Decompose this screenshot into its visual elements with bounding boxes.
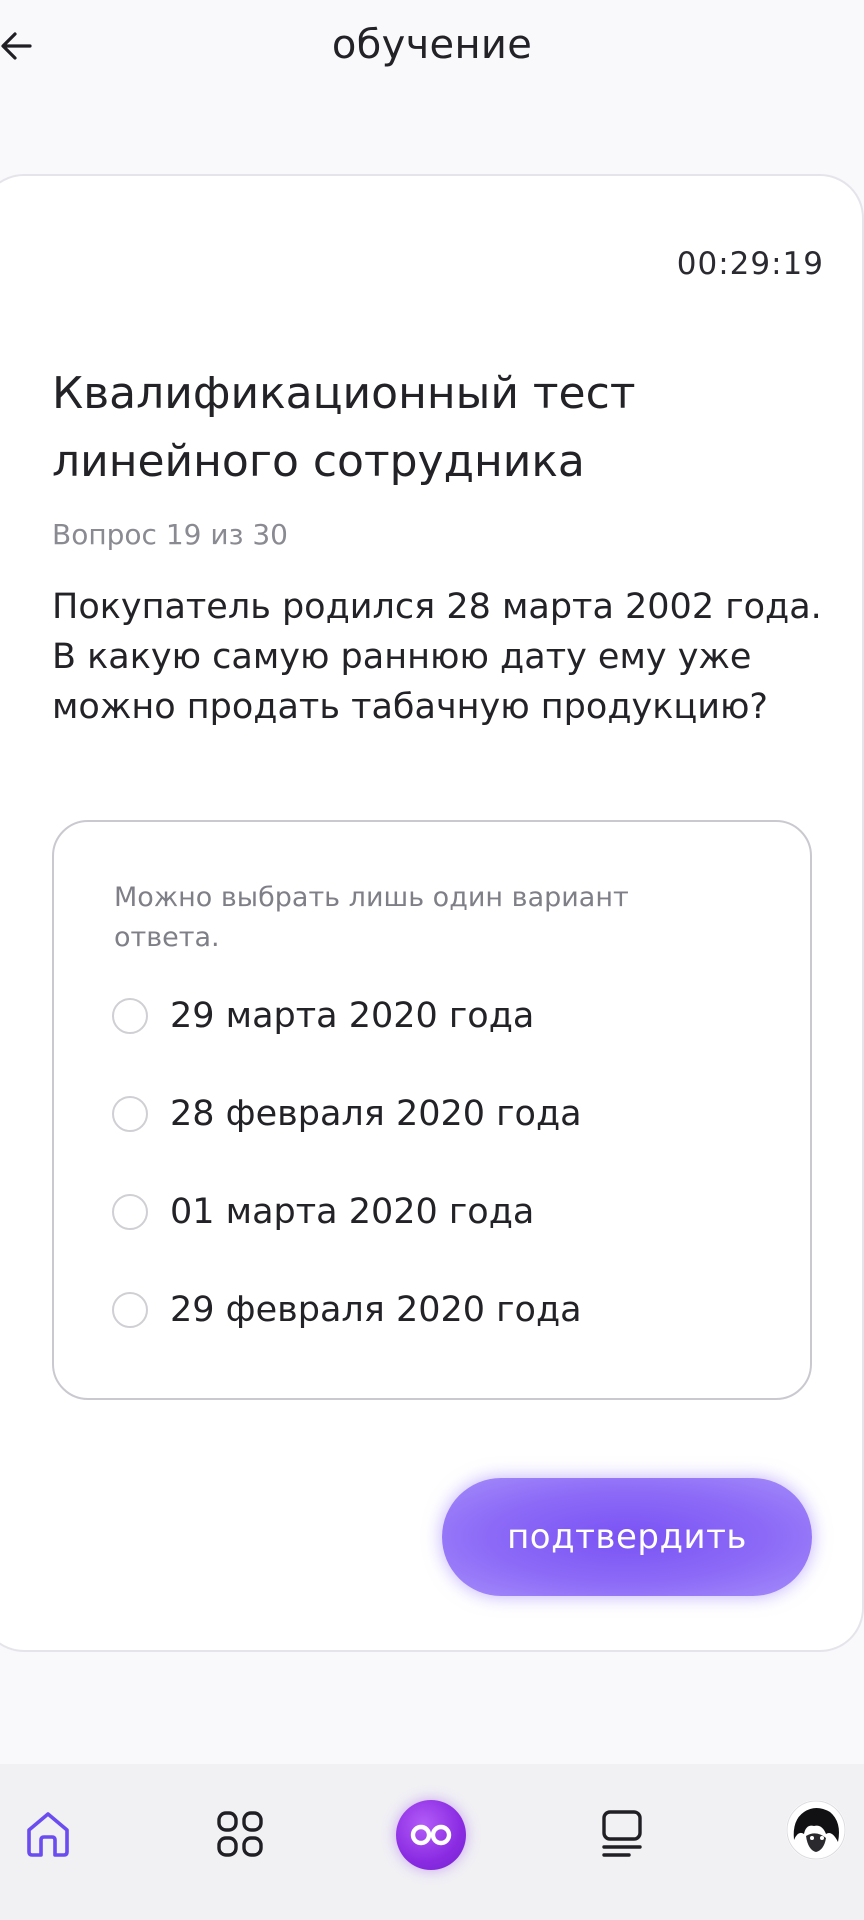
nav-list[interactable]: [586, 1798, 658, 1870]
question-text: Покупатель родился 28 марта 2002 года. В…: [52, 587, 822, 727]
answer-option-label: 28 февраля 2020 года: [170, 1094, 582, 1134]
bottom-nav: [0, 1764, 864, 1920]
radio-button[interactable]: [112, 998, 148, 1034]
answer-option[interactable]: 29 февраля 2020 года: [112, 1280, 772, 1340]
question-counter: Вопрос 19 из 30: [52, 518, 288, 551]
radio-button[interactable]: [112, 1194, 148, 1230]
page-title: обучение: [331, 22, 533, 68]
confirm-button[interactable]: подтвердить: [442, 1478, 812, 1596]
answer-option-label: 29 февраля 2020 года: [170, 1290, 582, 1330]
grid-icon: [217, 1811, 263, 1857]
radio-button[interactable]: [112, 1292, 148, 1328]
answer-option-label: 29 марта 2020 года: [170, 996, 535, 1036]
nav-catalog[interactable]: [204, 1798, 276, 1870]
answer-option-label: 01 марта 2020 года: [170, 1192, 535, 1232]
home-icon: [27, 1812, 69, 1857]
list-icon: [602, 1810, 642, 1857]
answer-option[interactable]: 01 марта 2020 года: [112, 1182, 772, 1242]
top-bar: обучение: [0, 0, 864, 100]
nav-center-button[interactable]: [396, 1800, 466, 1870]
infinity-icon: [410, 1824, 452, 1846]
test-title: Квалификационный тест линейного сотрудни…: [52, 368, 636, 487]
avatar[interactable]: [786, 1800, 846, 1860]
answer-option[interactable]: 28 февраля 2020 года: [112, 1084, 772, 1144]
timer: 00:29:19: [676, 246, 824, 282]
answer-option[interactable]: 29 марта 2020 года: [112, 986, 772, 1046]
nav-home[interactable]: [12, 1798, 84, 1870]
radio-button[interactable]: [112, 1096, 148, 1132]
selection-hint: Можно выбрать лишь один вариант ответа.: [114, 882, 629, 953]
answer-options: Можно выбрать лишь один вариант ответа. …: [52, 820, 812, 1400]
profile-picture-icon: [786, 1800, 846, 1860]
